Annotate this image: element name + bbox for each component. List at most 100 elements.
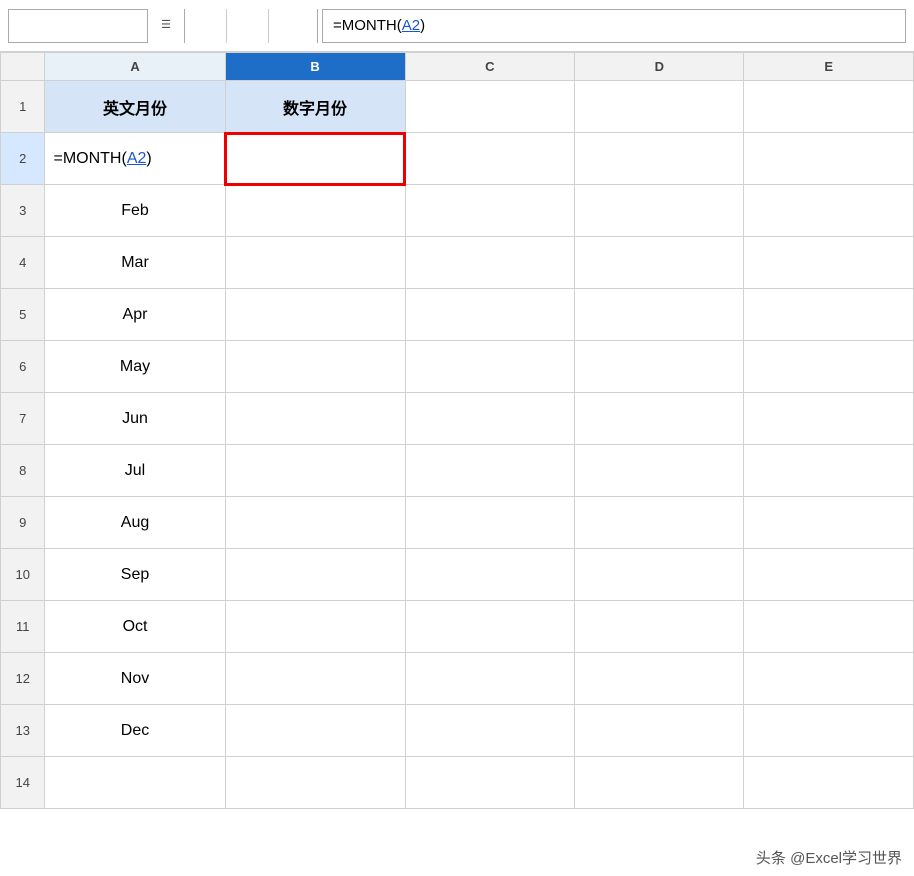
cell-C8[interactable] [405, 445, 574, 497]
cell-E5[interactable] [744, 289, 914, 341]
cell-A1[interactable]: 英文月份 [45, 81, 225, 133]
cell-C4[interactable] [405, 237, 574, 289]
cell-C2[interactable] [405, 133, 574, 185]
cell-D5[interactable] [575, 289, 744, 341]
col-header-B[interactable]: B [225, 53, 405, 81]
cell-C1[interactable] [405, 81, 574, 133]
cell-A5[interactable]: Apr [45, 289, 225, 341]
cell-C13[interactable] [405, 705, 574, 757]
col-header-E[interactable]: E [744, 53, 914, 81]
cell-E10[interactable] [744, 549, 914, 601]
cell-E13[interactable] [744, 705, 914, 757]
cancel-formula-button[interactable] [185, 9, 227, 43]
cell-B7[interactable] [225, 393, 405, 445]
cell-C10[interactable] [405, 549, 574, 601]
cell-A13[interactable]: Dec [45, 705, 225, 757]
cell-C7[interactable] [405, 393, 574, 445]
cell-B10[interactable] [225, 549, 405, 601]
cell-B4[interactable] [225, 237, 405, 289]
cell-C12[interactable] [405, 653, 574, 705]
cell-D9[interactable] [575, 497, 744, 549]
cell-D10[interactable] [575, 549, 744, 601]
row-header-6[interactable]: 6 [1, 341, 45, 393]
cell-C6[interactable] [405, 341, 574, 393]
cell-C3[interactable] [405, 185, 574, 237]
row-header-12[interactable]: 12 [1, 653, 45, 705]
cell-A9[interactable]: Aug [45, 497, 225, 549]
formula-text: =MONTH(A2) [333, 17, 425, 34]
cell-B2[interactable] [225, 133, 405, 185]
cell-D13[interactable] [575, 705, 744, 757]
cell-D8[interactable] [575, 445, 744, 497]
col-header-A[interactable]: A [45, 53, 225, 81]
cell-C11[interactable] [405, 601, 574, 653]
cell-A6[interactable]: May [45, 341, 225, 393]
cell-D2[interactable] [575, 133, 744, 185]
cell-C5[interactable] [405, 289, 574, 341]
cell-A8[interactable]: Jul [45, 445, 225, 497]
cell-B13[interactable] [225, 705, 405, 757]
cell-A7[interactable]: Jun [45, 393, 225, 445]
cell-D11[interactable] [575, 601, 744, 653]
row-header-5[interactable]: 5 [1, 289, 45, 341]
cell-A10[interactable]: Sep [45, 549, 225, 601]
cell-B11[interactable] [225, 601, 405, 653]
formula-input[interactable]: =MONTH(A2) [322, 9, 906, 43]
cell-A2[interactable]: =MONTH(A2) [45, 133, 225, 185]
row-header-8[interactable]: 8 [1, 445, 45, 497]
table-row: 10Sep [1, 549, 914, 601]
cell-D7[interactable] [575, 393, 744, 445]
row-header-3[interactable]: 3 [1, 185, 45, 237]
cell-D12[interactable] [575, 653, 744, 705]
cell-E14[interactable] [744, 757, 914, 809]
col-header-C[interactable]: C [405, 53, 574, 81]
cell-B3[interactable] [225, 185, 405, 237]
row-header-1[interactable]: 1 [1, 81, 45, 133]
confirm-formula-button[interactable] [227, 9, 269, 43]
row-header-7[interactable]: 7 [1, 393, 45, 445]
row-header-10[interactable]: 10 [1, 549, 45, 601]
row-header-11[interactable]: 11 [1, 601, 45, 653]
cell-A14[interactable] [45, 757, 225, 809]
cell-C9[interactable] [405, 497, 574, 549]
corner-header [1, 53, 45, 81]
row-header-13[interactable]: 13 [1, 705, 45, 757]
cell-E8[interactable] [744, 445, 914, 497]
cell-E1[interactable] [744, 81, 914, 133]
cell-B6[interactable] [225, 341, 405, 393]
row-header-9[interactable]: 9 [1, 497, 45, 549]
cell-B12[interactable] [225, 653, 405, 705]
cell-E7[interactable] [744, 393, 914, 445]
name-box[interactable] [8, 9, 148, 43]
cell-B8[interactable] [225, 445, 405, 497]
cell-B1[interactable]: 数字月份 [225, 81, 405, 133]
insert-function-button[interactable] [269, 9, 317, 43]
cell-A11[interactable]: Oct [45, 601, 225, 653]
cell-E9[interactable] [744, 497, 914, 549]
cell-A4[interactable]: Mar [45, 237, 225, 289]
cell-E12[interactable] [744, 653, 914, 705]
row-header-2[interactable]: 2 [1, 133, 45, 185]
cell-A3[interactable]: Feb [45, 185, 225, 237]
cell-E11[interactable] [744, 601, 914, 653]
cell-E4[interactable] [744, 237, 914, 289]
col-header-D[interactable]: D [575, 53, 744, 81]
cell-E2[interactable] [744, 133, 914, 185]
row-header-4[interactable]: 4 [1, 237, 45, 289]
cell-A12[interactable]: Nov [45, 653, 225, 705]
cell-D14[interactable] [575, 757, 744, 809]
cell-B5[interactable] [225, 289, 405, 341]
cell-B14[interactable] [225, 757, 405, 809]
cell-E3[interactable] [744, 185, 914, 237]
formula-ref: A2 [402, 17, 420, 34]
table-row: 7Jun [1, 393, 914, 445]
cell-D1[interactable] [575, 81, 744, 133]
cell-E6[interactable] [744, 341, 914, 393]
row-header-14[interactable]: 14 [1, 757, 45, 809]
formula-bar-divider: ☰ [152, 19, 180, 31]
cell-C14[interactable] [405, 757, 574, 809]
cell-B9[interactable] [225, 497, 405, 549]
cell-D4[interactable] [575, 237, 744, 289]
cell-D6[interactable] [575, 341, 744, 393]
cell-D3[interactable] [575, 185, 744, 237]
